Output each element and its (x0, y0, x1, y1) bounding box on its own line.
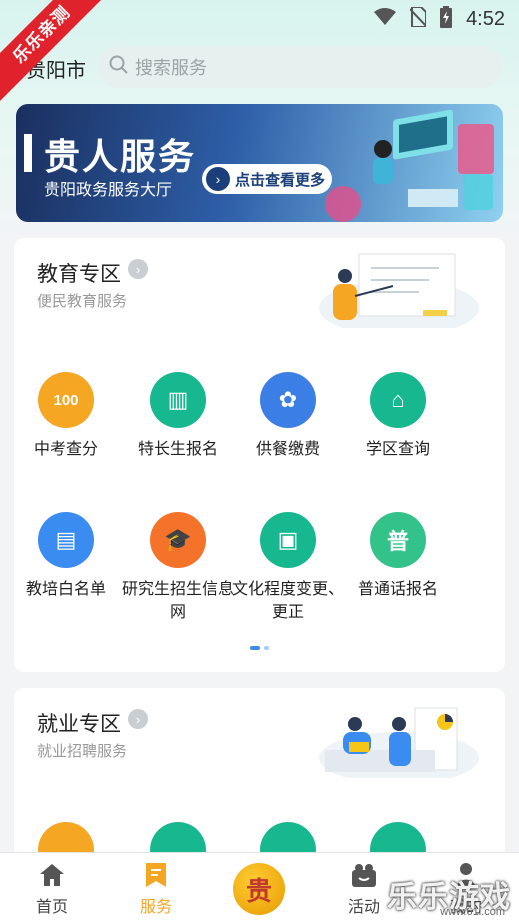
promo-banner[interactable]: 贵人服务 贵阳政务服务大厅 › 点击查看更多 (16, 104, 503, 222)
service-item-label: 普通话报名 (357, 581, 438, 598)
battery-charging-icon (440, 6, 453, 33)
no-sim-icon (409, 6, 428, 32)
service-item-label: 研究生招生信息网 (122, 581, 235, 621)
service-item[interactable]: ✿ 供餐缴费 (228, 372, 348, 461)
page-dot-active (250, 646, 260, 650)
tab-home[interactable]: 首页 (12, 861, 92, 917)
service-item[interactable]: ▣ 文化程度变更、更正 (228, 512, 348, 624)
service-item[interactable]: 🎓 研究生招生信息网 (118, 512, 238, 624)
tab-label: 首页 (35, 899, 68, 916)
recruitment-illustration (319, 707, 479, 778)
whitelist-icon: ▤ (38, 512, 94, 568)
mandarin-register-icon: 普 (370, 512, 426, 568)
logo-icon: 贵 (245, 875, 272, 906)
section-subtitle: 便民教育服务 (37, 293, 128, 310)
chevron-right-icon[interactable]: › (128, 709, 148, 729)
meal-icon: ✿ (260, 372, 316, 428)
score-search-icon: 100 (38, 372, 94, 428)
home-icon (12, 861, 92, 889)
chevron-right-icon: › (206, 167, 230, 191)
chevron-right-icon[interactable]: › (128, 259, 148, 279)
education-record-icon: ▣ (260, 512, 316, 568)
service-item[interactable]: ▥ 特长生报名 (118, 372, 238, 461)
page-dot (264, 646, 269, 650)
employment-section: 就业专区 › 就业招聘服务 (14, 688, 505, 858)
search-placeholder: 搜索服务 (135, 58, 207, 78)
center-logo-button[interactable]: 贵 (233, 863, 285, 915)
banner-button-label: 点击查看更多 (235, 171, 326, 189)
service-item[interactable]: ▤ 教培白名单 (14, 512, 126, 601)
banner-illustration (325, 109, 494, 222)
section-subtitle: 就业招聘服务 (37, 743, 128, 760)
tab-service[interactable]: 服务 (116, 861, 196, 917)
graduate-cap-icon: 🎓 (150, 512, 206, 568)
banner-accent-bar (24, 134, 32, 172)
service-item-label: 学区查询 (365, 441, 430, 458)
service-item[interactable]: ⌂ 学区查询 (338, 372, 458, 461)
service-item-label: 教培白名单 (25, 581, 106, 598)
service-item-label: 供餐缴费 (255, 441, 320, 458)
service-icon (116, 861, 196, 889)
section-title: 教育专区 (37, 263, 121, 286)
service-item[interactable]: 100 中考查分 (14, 372, 126, 461)
search-icon (109, 55, 129, 80)
teacher-illustration (319, 253, 479, 328)
wifi-icon (374, 8, 397, 31)
service-item-label: 特长生报名 (137, 441, 218, 458)
status-time: 4:52 (466, 8, 505, 30)
school-district-icon: ⌂ (370, 372, 426, 428)
service-item-label: 文化程度变更、更正 (232, 581, 345, 621)
service-item-label: 中考查分 (33, 441, 98, 458)
banner-title: 贵人服务 (44, 136, 197, 177)
page-indicator (250, 646, 269, 650)
service-item[interactable]: 普普通话报名 (338, 512, 458, 601)
education-section: 教育专区 › 便民教育服务 100 中考查分 ▥ 特长生报名 ✿ 供餐缴费 ⌂ 学区查询 ▤ 教培… (14, 238, 505, 672)
building-icon: ▥ (150, 372, 206, 428)
header: 贵阳市 搜索服务 (0, 46, 519, 90)
section-title: 就业专区 (37, 713, 121, 736)
search-input[interactable]: 搜索服务 (97, 46, 503, 88)
tab-label: 服务 (139, 899, 172, 916)
watermark-url: www.61l.com (440, 906, 505, 918)
banner-subtitle: 贵阳政务服务大厅 (44, 182, 173, 199)
